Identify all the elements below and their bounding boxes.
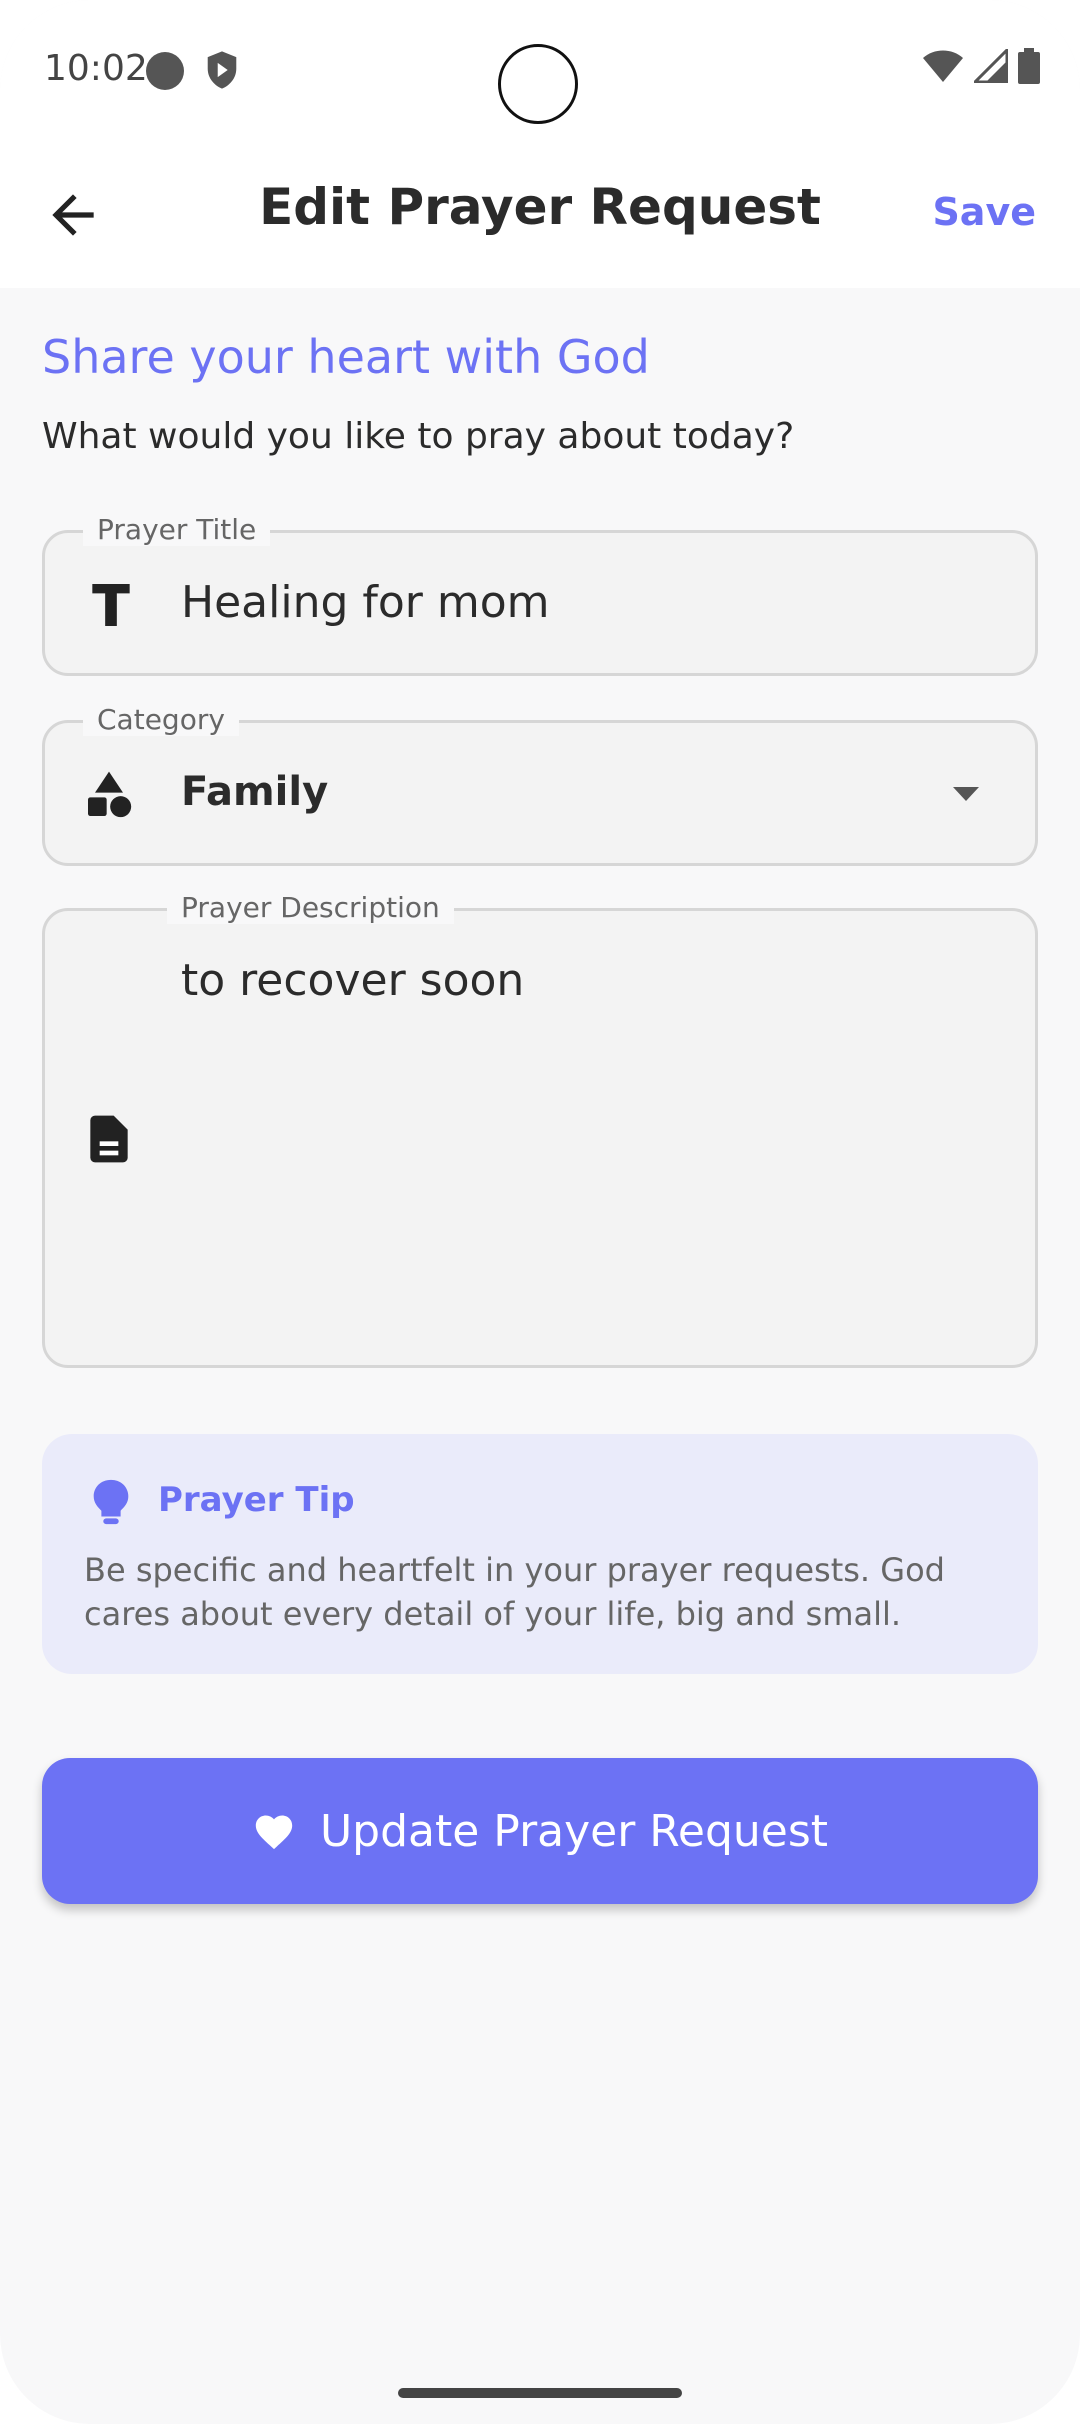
prayer-title-input[interactable]: Healing for mom xyxy=(181,577,550,628)
app-screen: 10:02 Edit Prayer Request Save Share you… xyxy=(0,0,1080,2424)
lightbulb-icon xyxy=(93,1479,129,1525)
app-bar: Edit Prayer Request Save xyxy=(0,140,1080,288)
prayer-description-label: Prayer Description xyxy=(167,891,454,924)
prayer-title-label: Prayer Title xyxy=(83,513,271,546)
document-icon xyxy=(90,1115,128,1163)
page-title: Edit Prayer Request xyxy=(259,178,821,236)
status-bar: 10:02 xyxy=(0,0,1080,140)
update-prayer-request-button[interactable]: Update Prayer Request xyxy=(42,1758,1038,1904)
category-label: Category xyxy=(83,703,239,736)
status-time: 10:02 xyxy=(44,48,148,89)
category-select-value[interactable]: Family xyxy=(181,769,328,815)
dropdown-arrow-icon[interactable] xyxy=(951,785,981,803)
prayer-description-field[interactable]: Prayer Description to recover soon xyxy=(42,891,1038,1368)
intro-heading: Share your heart with God xyxy=(42,330,650,384)
category-field[interactable]: Category Family xyxy=(42,703,1038,866)
prayer-description-input[interactable]: to recover soon xyxy=(181,955,524,1006)
tip-text: Be specific and heartfelt in your prayer… xyxy=(84,1551,945,1633)
notification-dot-icon xyxy=(146,52,184,90)
signal-icon xyxy=(974,49,1008,83)
home-indicator[interactable] xyxy=(398,2388,682,2398)
tip-title: Prayer Tip xyxy=(158,1480,355,1520)
shield-icon xyxy=(207,51,237,89)
heart-icon xyxy=(255,1815,293,1850)
category-shapes-icon xyxy=(88,771,132,818)
prayer-title-field[interactable]: Prayer Title Healing for mom xyxy=(42,513,1038,676)
wifi-icon xyxy=(923,50,963,82)
status-icons xyxy=(922,48,1040,84)
update-button-label: Update Prayer Request xyxy=(319,1805,829,1857)
intro-subheading: What would you like to pray about today? xyxy=(42,416,795,457)
camera-cutout xyxy=(498,44,578,124)
save-button[interactable]: Save xyxy=(932,190,1036,234)
prayer-tip-card: Prayer Tip Be specific and heartfelt in … xyxy=(42,1434,1038,1674)
battery-icon xyxy=(1018,48,1040,84)
text-format-icon xyxy=(92,584,130,626)
